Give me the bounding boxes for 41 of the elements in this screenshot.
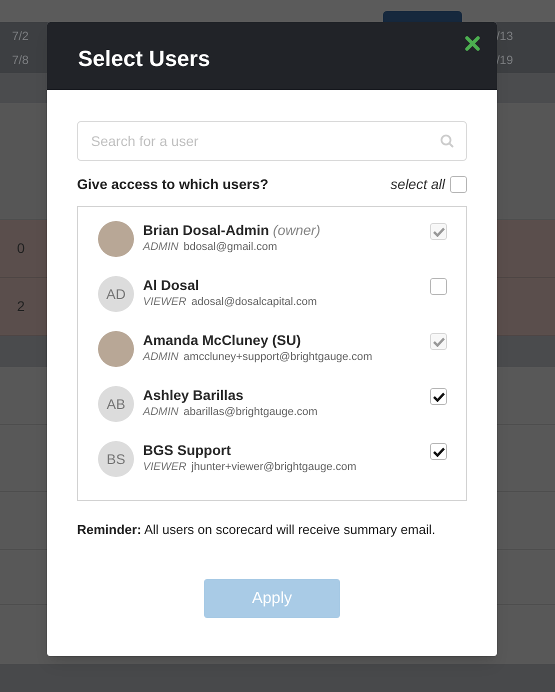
- search-icon: [440, 134, 454, 148]
- avatar-photo-placeholder: [98, 331, 134, 367]
- checkmark-icon: [432, 336, 444, 346]
- date-label: /13: [496, 28, 513, 44]
- user-name: Amanda McCluney (SU): [143, 331, 302, 349]
- user-role: ADMIN: [143, 350, 178, 365]
- user-name: BGS Support: [143, 441, 232, 459]
- avatar-initials: AB: [98, 386, 134, 422]
- user-role: VIEWER: [143, 460, 186, 475]
- user-email: amccluney+support@brightgauge.com: [183, 350, 372, 365]
- table-cell-text: 0: [17, 239, 25, 258]
- date-label: 7/8: [12, 52, 29, 68]
- dialog-title: Select Users: [78, 44, 210, 72]
- user-email: jhunter+viewer@brightgauge.com: [191, 460, 356, 475]
- access-prompt: Give access to which users?: [77, 174, 268, 194]
- avatar-initials: AD: [98, 276, 134, 312]
- user-name: Brian Dosal-Admin (owner): [143, 221, 322, 239]
- avatar-photo-placeholder: [98, 221, 134, 257]
- table-cell-text: 2: [17, 297, 25, 316]
- checkbox[interactable]: [430, 443, 447, 460]
- avatar-initials: BS: [98, 441, 134, 477]
- user-name: Al Dosal: [143, 276, 200, 294]
- date-label: 7/2: [12, 28, 29, 44]
- user-email: adosal@dosalcapital.com: [191, 295, 317, 310]
- checkbox[interactable]: [430, 388, 447, 405]
- checkmark-icon: [432, 392, 444, 402]
- date-label: /19: [496, 52, 513, 68]
- user-role: ADMIN: [143, 240, 178, 255]
- user-name: Ashley Barillas: [143, 386, 244, 404]
- user-role: VIEWER: [143, 295, 186, 310]
- reminder-text: Reminder: All users on scorecard will receive summary email.: [77, 521, 436, 539]
- checkbox[interactable]: [450, 176, 467, 192]
- checkmark-icon: [432, 226, 444, 236]
- select-all-label: select all: [390, 174, 445, 194]
- user-email: bdosal@gmail.com: [183, 240, 278, 255]
- checkbox[interactable]: [430, 278, 447, 295]
- search-field[interactable]: Search for a user: [77, 121, 467, 161]
- close-button[interactable]: [465, 36, 480, 51]
- checkmark-icon: [432, 446, 444, 456]
- user-role: ADMIN: [143, 405, 178, 420]
- user-email: abarillas@brightgauge.com: [183, 405, 318, 420]
